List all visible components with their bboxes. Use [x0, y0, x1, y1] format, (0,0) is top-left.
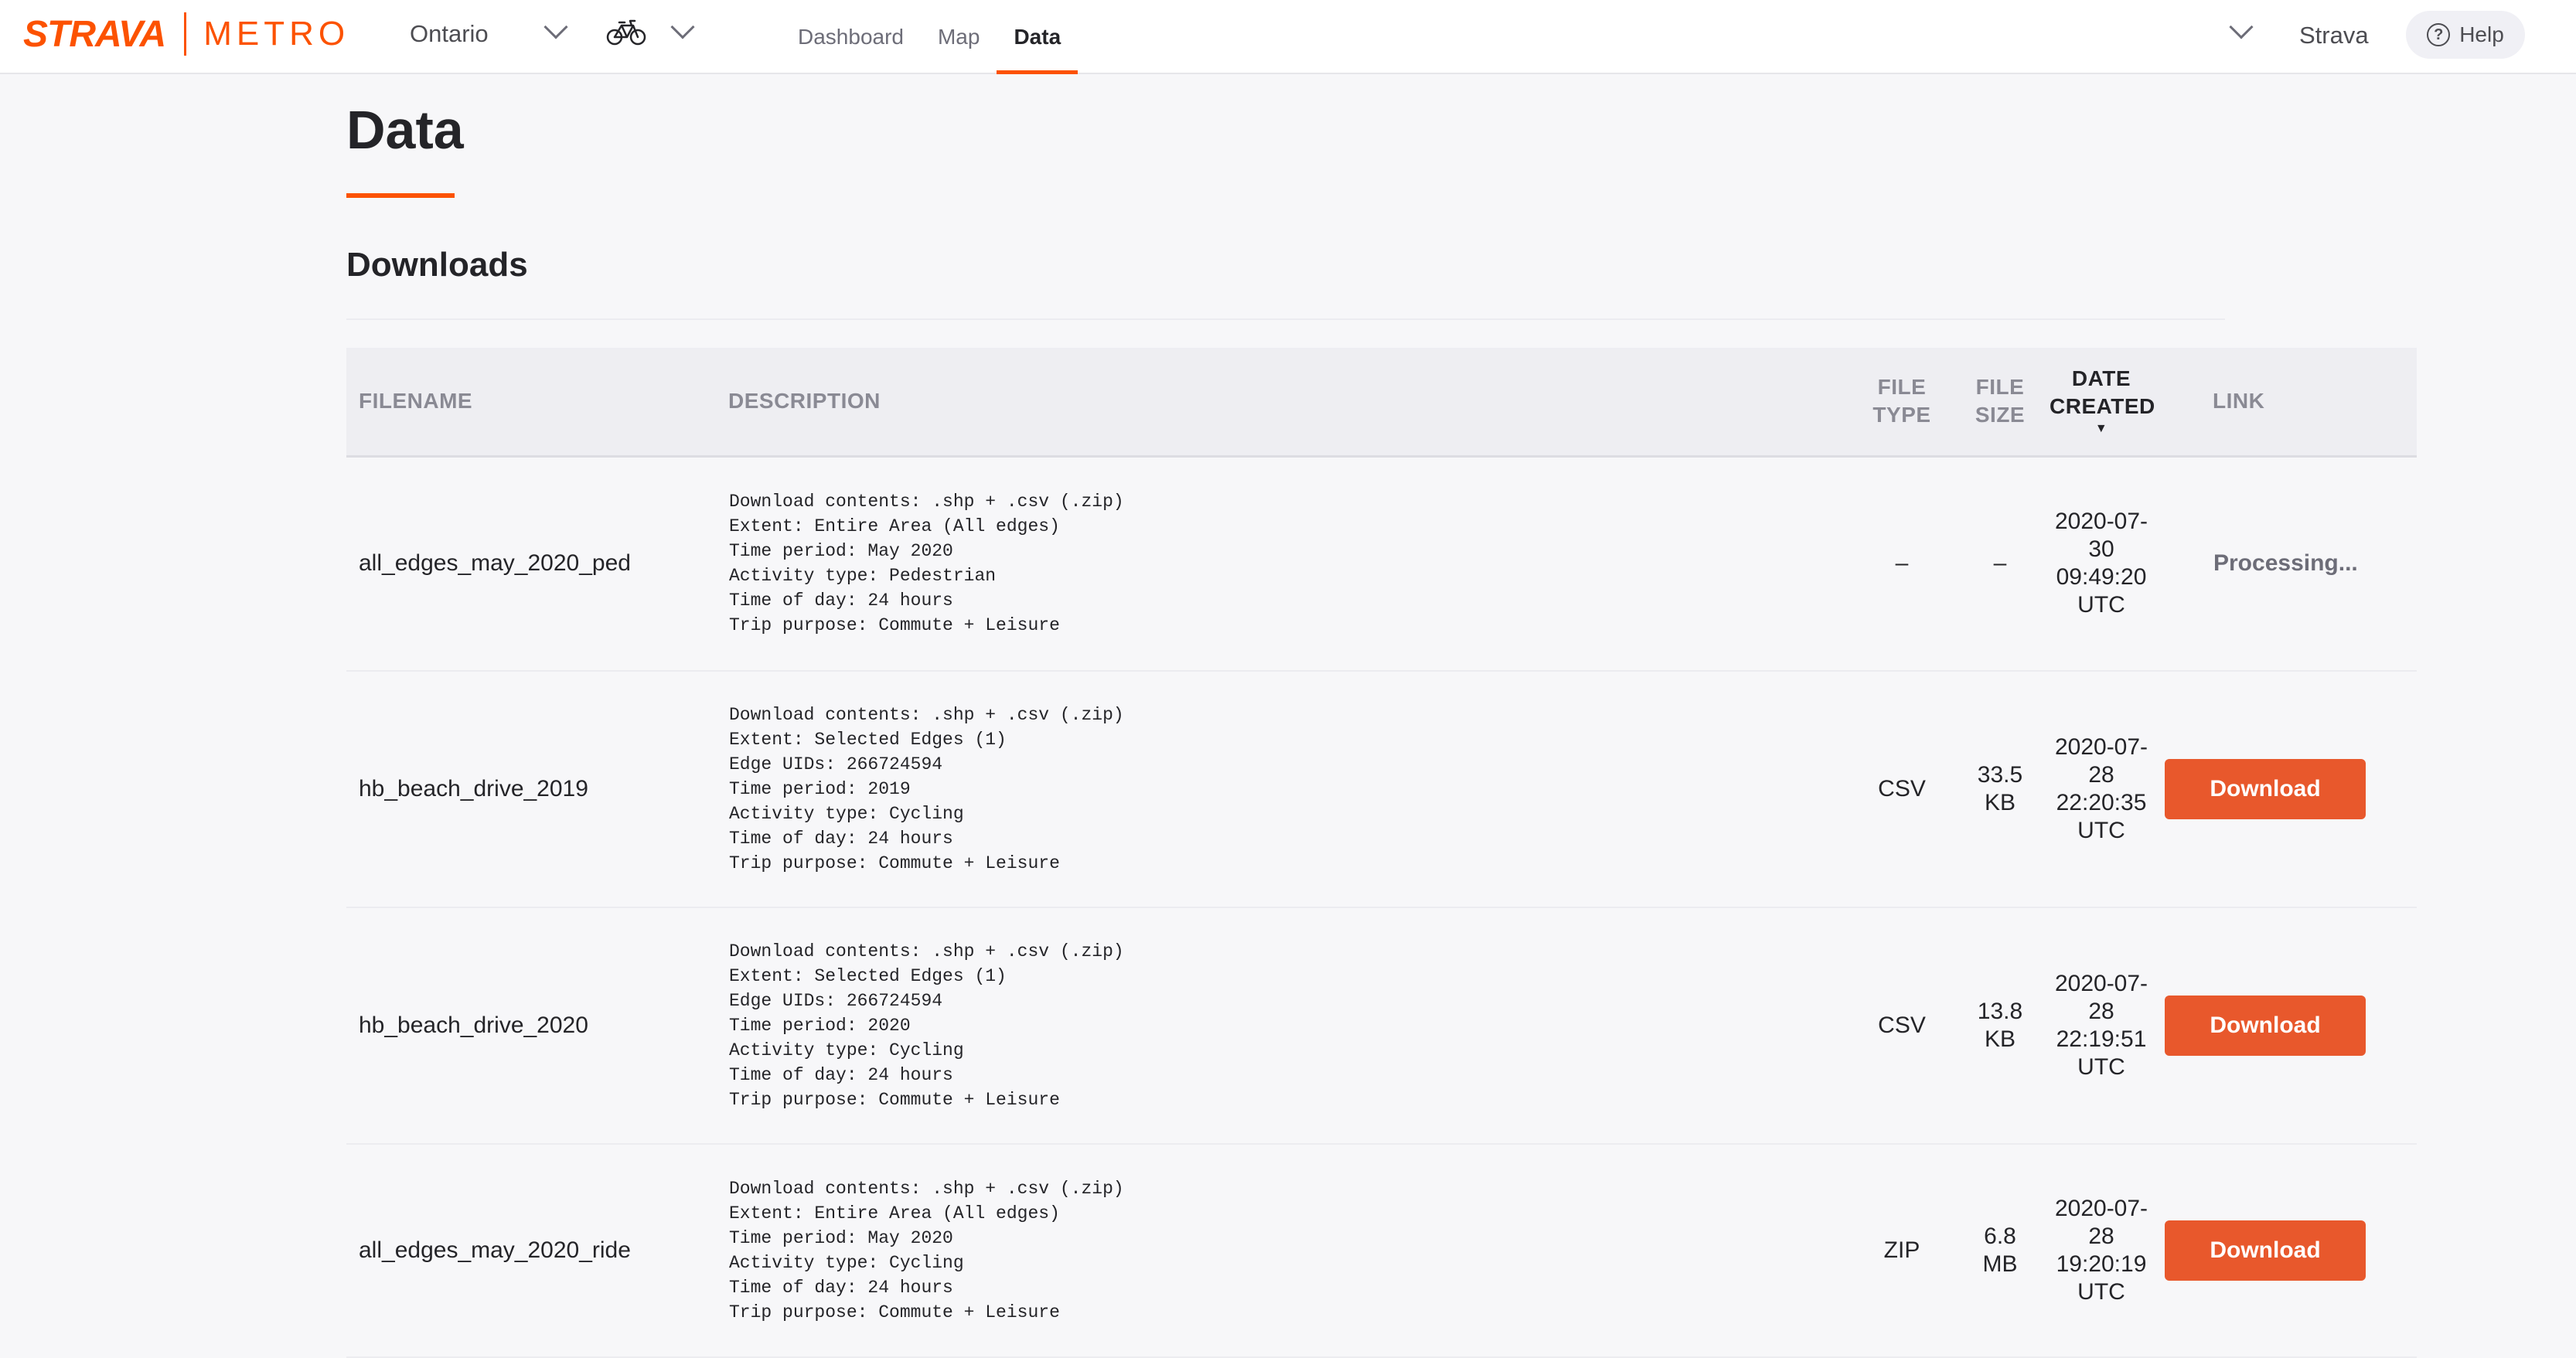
row-filename: all_edges_may_2020_ped [346, 456, 716, 672]
table-row: all_edges_may_2020_ped Download contents… [346, 456, 2417, 672]
column-header-date-created[interactable]: DATE CREATED ▼ [2049, 348, 2155, 458]
row-date-part: 2020-07- [2054, 734, 2148, 760]
processing-status: Processing... [2213, 550, 2358, 577]
section-divider [346, 318, 2225, 320]
row-file-type: ZIP [1852, 1144, 1951, 1358]
row-file-size-value: 33.5 [1977, 762, 2023, 788]
title-underline [346, 193, 455, 198]
row-link-cell: Download [2154, 907, 2417, 1145]
row-date-part: 2020-07- [2054, 1196, 2148, 1221]
download-button[interactable]: Download [2165, 1220, 2366, 1281]
row-file-type: – [1852, 456, 1951, 672]
help-button[interactable]: ? Help [2406, 11, 2525, 59]
row-description: Download contents: .shp + .csv (.zip) Ex… [716, 907, 1852, 1145]
table-header-row: FILENAME DESCRIPTION FILE TYPE FILE SIZE… [346, 348, 2417, 458]
column-header-file-type[interactable]: FILE TYPE [1852, 348, 1951, 458]
row-file-size: 6.8 MB [1951, 1144, 2049, 1358]
row-date-created: 2020-07- 28 22:20:35 UTC [2049, 671, 2154, 908]
logo-metro-wordmark: METRO [203, 15, 350, 53]
row-date-part: UTC [2077, 1054, 2125, 1080]
account-menu[interactable]: Strava [2299, 17, 2369, 54]
tab-dashboard[interactable]: Dashboard [781, 0, 921, 74]
row-description-text: Download contents: .shp + .csv (.zip) Ex… [729, 492, 1124, 636]
row-filename: all_edges_may_2020_ride [346, 1144, 716, 1358]
row-date-part: 28 [2088, 999, 2114, 1024]
help-button-label: Help [2459, 22, 2504, 46]
row-file-size-value: 6.8 [1984, 1224, 2016, 1249]
row-link-cell: Download [2154, 671, 2417, 908]
row-description-text: Download contents: .shp + .csv (.zip) Ex… [729, 1179, 1124, 1322]
row-date-created: 2020-07- 28 19:20:19 UTC [2049, 1144, 2154, 1358]
column-header-date-created-line1: DATE [2071, 366, 2131, 391]
tab-data[interactable]: Data [997, 0, 1078, 74]
table-row: hb_beach_drive_2019 Download contents: .… [346, 671, 2417, 908]
column-header-file-size-line1: FILE [1975, 375, 2025, 400]
downloads-table-wrapper: FILENAME DESCRIPTION FILE TYPE FILE SIZE… [346, 348, 2417, 1358]
activity-type-dropdown[interactable] [606, 15, 646, 53]
page-title: Data [346, 100, 464, 160]
row-file-type: CSV [1852, 907, 1951, 1145]
row-description: Download contents: .shp + .csv (.zip) Ex… [716, 1144, 1852, 1358]
logo-divider [184, 12, 187, 56]
column-header-filename[interactable]: FILENAME [346, 348, 716, 458]
row-file-size-unit: MB [1982, 1251, 2018, 1277]
region-dropdown-value: Ontario [410, 20, 489, 47]
strava-metro-logo[interactable]: STRAVA METRO [23, 12, 349, 56]
row-file-size-unit: KB [1984, 790, 2016, 815]
row-link-cell: Download [2154, 1144, 2417, 1358]
row-description: Download contents: .shp + .csv (.zip) Ex… [716, 456, 1852, 672]
downloads-section-title: Downloads [346, 246, 528, 284]
row-filename: hb_beach_drive_2020 [346, 907, 716, 1145]
row-link-cell: Processing... [2154, 456, 2417, 672]
row-date-part: 2020-07- [2054, 509, 2148, 535]
row-description-text: Download contents: .shp + .csv (.zip) Ex… [729, 941, 1124, 1110]
row-file-type: CSV [1852, 671, 1951, 908]
question-circle-icon: ? [2427, 23, 2451, 46]
download-button[interactable]: Download [2165, 996, 2366, 1056]
column-header-file-size[interactable]: FILE SIZE [1951, 348, 2049, 458]
chevron-down-icon[interactable] [2229, 15, 2254, 39]
tab-map[interactable]: Map [921, 0, 997, 74]
download-button[interactable]: Download [2165, 759, 2366, 819]
top-navigation-bar: STRAVA METRO Ontario Dashboard Map Data … [0, 0, 2576, 74]
table-row: all_edges_may_2020_ride Download content… [346, 1144, 2417, 1358]
table-row: hb_beach_drive_2020 Download contents: .… [346, 907, 2417, 1145]
column-header-description[interactable]: DESCRIPTION [716, 348, 1852, 458]
chevron-down-icon[interactable] [543, 15, 568, 39]
sort-descending-icon: ▼ [2094, 422, 2108, 436]
row-date-part: 28 [2088, 762, 2114, 788]
column-header-file-type-line2: TYPE [1872, 403, 1931, 427]
row-date-part: UTC [2077, 592, 2125, 618]
bicycle-icon [606, 19, 646, 50]
row-filename: hb_beach_drive_2019 [346, 671, 716, 908]
column-header-file-size-line2: SIZE [1975, 403, 2026, 427]
row-file-size-value: 13.8 [1977, 999, 2023, 1024]
row-date-part: 30 [2088, 536, 2114, 563]
row-date-part: 2020-07- [2054, 971, 2148, 996]
column-header-date-created-line2: CREATED [2050, 394, 2155, 419]
row-date-part: 19:20:19 [2056, 1251, 2147, 1277]
row-date-part: UTC [2077, 1279, 2125, 1305]
row-date-part: 22:20:35 [2056, 790, 2147, 815]
chevron-down-icon[interactable] [670, 15, 695, 39]
main-nav-tabs: Dashboard Map Data [781, 0, 1078, 74]
row-file-size: – [1951, 456, 2049, 672]
row-date-created: 2020-07- 30 09:49:20 UTC [2049, 456, 2154, 672]
row-date-part: 22:19:51 [2056, 1026, 2147, 1052]
downloads-table-grid: FILENAME DESCRIPTION FILE TYPE FILE SIZE… [346, 348, 2417, 1358]
row-date-created: 2020-07- 28 22:19:51 UTC [2049, 907, 2154, 1145]
logo-strava-wordmark: STRAVA [23, 13, 166, 55]
row-date-part: 28 [2088, 1224, 2114, 1249]
row-description-text: Download contents: .shp + .csv (.zip) Ex… [729, 705, 1124, 873]
row-file-size: 33.5 KB [1951, 671, 2049, 908]
column-header-file-type-line1: FILE [1877, 375, 1927, 400]
row-file-size: 13.8 KB [1951, 907, 2049, 1145]
region-dropdown[interactable]: Ontario [410, 15, 489, 53]
row-file-size-unit: KB [1984, 1026, 2016, 1052]
column-header-link: LINK [2154, 348, 2417, 458]
row-date-part: UTC [2077, 818, 2125, 843]
row-date-part: 09:49:20 [2056, 564, 2147, 591]
row-description: Download contents: .shp + .csv (.zip) Ex… [716, 671, 1852, 908]
